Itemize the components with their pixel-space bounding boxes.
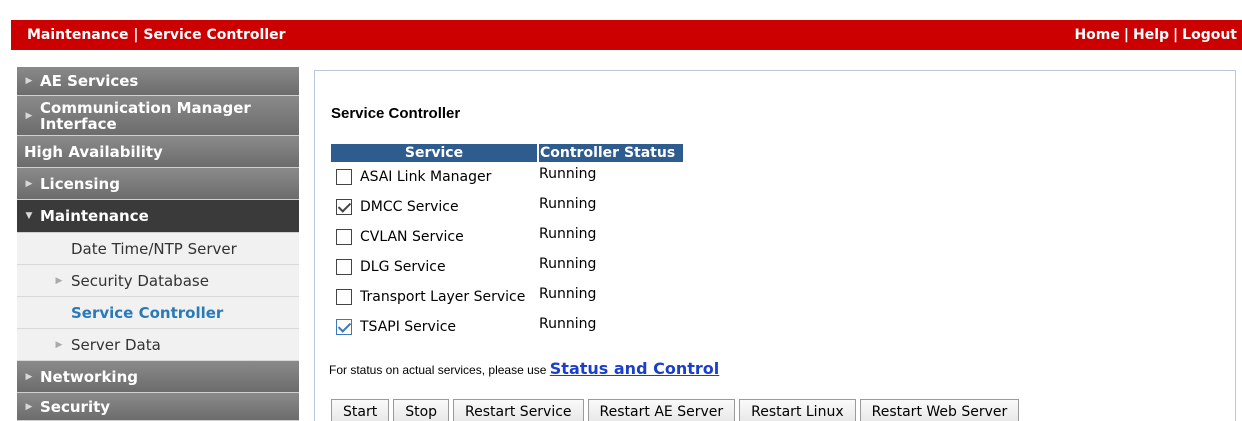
top-header: Maintenance | Service Controller Home | He…	[0, 0, 1242, 50]
service-status: Running	[539, 196, 597, 212]
link-separator: |	[1123, 27, 1129, 43]
table-row: DMCC Service Running	[331, 192, 596, 222]
service-status: Running	[539, 316, 597, 332]
service-name: DLG Service	[360, 259, 446, 275]
link-separator: |	[1173, 27, 1179, 43]
status-note-text: For status on actual services, please us…	[329, 363, 550, 377]
sidebar-subitem-date-time-ntp[interactable]: Date Time/NTP Server	[17, 233, 299, 265]
restart-ae-server-button[interactable]: Restart AE Server	[587, 399, 736, 421]
triangle-right-icon: ▶	[25, 110, 33, 121]
stop-button[interactable]: Stop	[393, 399, 450, 421]
column-header-controller-status: Controller Status	[539, 144, 683, 162]
sidebar-item-label: Communication Manager Interface	[40, 100, 251, 132]
restart-service-button[interactable]: Restart Service	[453, 399, 584, 421]
start-button[interactable]: Start	[331, 399, 390, 421]
sidebar-item-label-line2: Interface	[40, 114, 117, 133]
checkbox-icon[interactable]	[336, 259, 352, 275]
sidebar-item-label: Networking	[40, 367, 138, 386]
service-name: Transport Layer Service	[360, 289, 526, 305]
checkbox-icon[interactable]	[336, 169, 352, 185]
table-row: CVLAN Service Running	[331, 222, 596, 252]
help-link[interactable]: Help	[1133, 27, 1169, 43]
status-note: For status on actual services, please us…	[329, 359, 719, 378]
table-row: ASAI Link Manager Running	[331, 162, 596, 192]
sidebar-subitem-security-database[interactable]: ▶ Security Database	[17, 265, 299, 297]
checkbox-icon[interactable]	[336, 319, 352, 335]
sidebar-subitem-server-data[interactable]: ▶ Server Data	[17, 329, 299, 361]
triangle-right-icon: ▶	[55, 275, 63, 286]
sidebar-item-label: Licensing	[40, 174, 120, 193]
column-header-service: Service	[331, 144, 539, 162]
table-row: TSAPI Service Running	[331, 312, 596, 342]
sidebar-item-label: Security	[40, 397, 111, 416]
triangle-right-icon: ▶	[25, 401, 33, 412]
header-links: Home | Help | Logout	[1074, 27, 1237, 43]
sidebar-item-label: AE Services	[40, 72, 139, 90]
sidebar-subitem-label: Server Data	[71, 335, 161, 354]
sidebar-subitem-label: Date Time/NTP Server	[71, 239, 237, 258]
page-title: Service Controller	[331, 105, 461, 122]
page-breadcrumb-title: Maintenance | Service Controller	[27, 27, 286, 43]
service-name: DMCC Service	[360, 199, 459, 215]
sidebar-item-communication-manager-interface[interactable]: ▶ Communication Manager Interface	[17, 96, 299, 136]
service-status: Running	[539, 166, 597, 182]
sidebar-item-label: High Availability	[24, 142, 163, 161]
service-name: TSAPI Service	[360, 319, 457, 335]
action-buttons: Start Stop Restart Service Restart AE Se…	[331, 399, 1023, 421]
service-status: Running	[539, 286, 597, 302]
service-name: ASAI Link Manager	[360, 169, 492, 185]
service-status: Running	[539, 226, 597, 242]
sidebar-item-ae-services[interactable]: ▶ AE Services	[17, 67, 299, 96]
triangle-right-icon: ▶	[55, 339, 63, 350]
sidebar-item-high-availability[interactable]: High Availability	[17, 136, 299, 168]
home-link[interactable]: Home	[1074, 27, 1119, 43]
triangle-right-icon: ▶	[25, 76, 33, 86]
checkbox-icon[interactable]	[336, 289, 352, 305]
checkbox-icon[interactable]	[336, 229, 352, 245]
table-row: Transport Layer Service Running	[331, 282, 596, 312]
sidebar-subitem-service-controller[interactable]: Service Controller	[17, 297, 299, 329]
checkbox-icon[interactable]	[336, 199, 352, 215]
restart-web-server-button[interactable]: Restart Web Server	[859, 399, 1020, 421]
sidebar-nav: ▶ AE Services ▶ Communication Manager Int…	[17, 67, 299, 421]
table-row: DLG Service Running	[331, 252, 596, 282]
service-table: Service Controller Status ASAI Link Mana…	[331, 144, 683, 335]
sidebar-subitem-label: Security Database	[71, 271, 209, 290]
sidebar-subitem-label: Service Controller	[71, 303, 224, 322]
sidebar-item-licensing[interactable]: ▶ Licensing	[17, 168, 299, 200]
triangle-right-icon: ▶	[25, 371, 33, 382]
sidebar-item-maintenance[interactable]: ▼ Maintenance	[17, 200, 299, 233]
logout-link[interactable]: Logout	[1182, 27, 1237, 43]
table-header-row: Service Controller Status	[331, 144, 683, 162]
restart-linux-button[interactable]: Restart Linux	[739, 399, 856, 421]
sidebar-item-label: Maintenance	[40, 207, 149, 225]
status-and-control-link[interactable]: Status and Control	[550, 359, 719, 378]
sidebar-item-networking[interactable]: ▶ Networking	[17, 361, 299, 393]
sidebar-item-security[interactable]: ▶ Security	[17, 393, 299, 421]
service-status: Running	[539, 256, 597, 272]
content-panel: Service Controller Service Controller St…	[314, 70, 1236, 421]
triangle-down-icon: ▼	[25, 211, 33, 221]
service-name: CVLAN Service	[360, 229, 464, 245]
triangle-right-icon: ▶	[25, 178, 33, 189]
